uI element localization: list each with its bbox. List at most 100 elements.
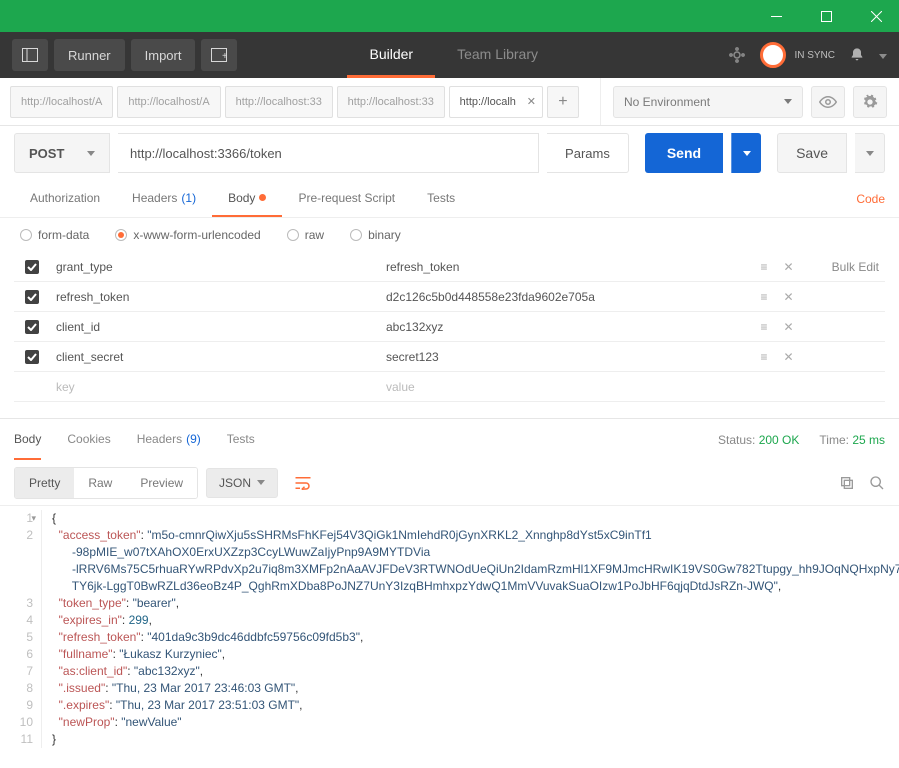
url-input[interactable]: http://localhost:3366/token [118,133,539,173]
param-key-input[interactable]: client_secret [50,350,380,364]
response-body-viewer[interactable]: 1 2 3 4 5 6 7 8 9 10 11 { "access_token"… [0,506,899,758]
resp-tab-headers-label: Headers [137,432,182,446]
tab-prerequest[interactable]: Pre-request Script [282,180,411,217]
param-value-input[interactable]: d2c126c5b0d448558e23fda9602e705a [380,290,749,304]
format-select[interactable]: JSON [206,468,278,498]
status-block: Status: 200 OK [718,433,799,447]
nav-team-library[interactable]: Team Library [435,32,560,78]
radio-binary[interactable]: binary [350,228,401,242]
delete-row-icon[interactable]: ✕ [783,260,793,274]
view-mode-group: Pretty Raw Preview [14,467,198,499]
code-link[interactable]: Code [856,192,885,206]
import-button[interactable]: Import [131,39,196,71]
param-key-input[interactable]: grant_type [50,260,380,274]
param-value-input[interactable]: secret123 [380,350,749,364]
environment-select[interactable]: No Environment [613,86,803,118]
table-row: client_secret secret123 ≡ ✕ [14,342,885,372]
chevron-down-icon [784,99,792,104]
top-toolbar: Runner Import + Builder Team Library IN … [0,32,899,78]
radio-xform[interactable]: x-www-form-urlencoded [115,228,260,242]
request-tab-new[interactable]: + [547,86,579,118]
param-key-input[interactable]: client_id [50,320,380,334]
view-preview[interactable]: Preview [126,468,197,498]
window-close-button[interactable] [853,0,899,32]
view-pretty[interactable]: Pretty [15,468,74,498]
status-value: 200 OK [759,433,800,447]
drag-handle-icon[interactable]: ≡ [760,350,767,364]
delete-row-icon[interactable]: ✕ [783,350,793,364]
tab-headers-label: Headers [132,191,177,205]
tab-headers-count: (1) [181,191,196,205]
bulk-edit-link[interactable]: Bulk Edit [805,260,885,274]
resp-tab-headers-count: (9) [186,432,201,446]
send-dropdown[interactable] [731,133,761,173]
send-button[interactable]: Send [645,133,723,173]
resp-tab-body[interactable]: Body [14,419,41,460]
row-checkbox[interactable] [25,350,39,364]
window-maximize-button[interactable] [803,0,849,32]
radio-form-data[interactable]: form-data [20,228,89,242]
drag-handle-icon[interactable]: ≡ [760,320,767,334]
table-row: grant_type refresh_token ≡ ✕ Bulk Edit [14,252,885,282]
radio-form-data-label: form-data [38,228,89,242]
environment-label: No Environment [624,95,710,109]
param-value-input[interactable]: abc132xyz [380,320,749,334]
tab-headers[interactable]: Headers (1) [116,180,212,217]
params-table: grant_type refresh_token ≡ ✕ Bulk Edit re… [0,252,899,412]
tab-tests[interactable]: Tests [411,180,471,217]
resp-tab-tests[interactable]: Tests [227,419,255,460]
tab-authorization[interactable]: Authorization [14,180,116,217]
row-checkbox[interactable] [25,260,39,274]
method-label: POST [29,146,64,161]
params-button[interactable]: Params [547,133,629,173]
line-gutter: 1 2 3 4 5 6 7 8 9 10 11 [0,510,42,748]
param-value-input[interactable]: value [380,380,749,394]
request-subtabs: Authorization Headers (1) Body Pre-reque… [0,180,899,218]
environment-settings-button[interactable] [853,86,887,118]
radio-raw-label: raw [305,228,324,242]
nav-builder[interactable]: Builder [347,32,435,78]
tab-body[interactable]: Body [212,180,282,217]
window-minimize-button[interactable] [753,0,799,32]
resp-tab-headers[interactable]: Headers (9) [137,419,201,460]
body-type-radios: form-data x-www-form-urlencoded raw bina… [0,218,899,252]
view-raw[interactable]: Raw [74,468,126,498]
runner-button[interactable]: Runner [54,39,125,71]
param-key-input[interactable]: refresh_token [50,290,380,304]
request-tab-2[interactable]: http://localhost:33 [225,86,333,118]
request-tab-3[interactable]: http://localhost:33 [337,86,445,118]
row-checkbox[interactable] [25,320,39,334]
radio-xform-label: x-www-form-urlencoded [133,228,260,242]
close-icon[interactable]: ✕ [527,95,536,108]
drag-handle-icon[interactable]: ≡ [760,290,767,304]
table-row: refresh_token d2c126c5b0d448558e23fda960… [14,282,885,312]
user-avatar-icon[interactable] [760,42,786,68]
method-select[interactable]: POST [14,133,110,173]
copy-icon[interactable] [839,475,855,491]
environment-view-button[interactable] [811,86,845,118]
search-icon[interactable] [869,475,885,491]
table-row-new: key value [14,372,885,402]
save-button[interactable]: Save [777,133,847,173]
chevron-down-icon [257,480,265,485]
response-subtabs: Body Cookies Headers (9) Tests Status: 2… [0,418,899,460]
request-tab-active-label: http://localh [460,96,516,108]
request-tab-1[interactable]: http://localhost/A [117,86,220,118]
resp-tab-cookies[interactable]: Cookies [67,419,110,460]
new-tab-button[interactable]: + [201,39,237,71]
radio-raw[interactable]: raw [287,228,324,242]
param-value-input[interactable]: refresh_token [380,260,749,274]
notifications-icon[interactable] [849,46,865,64]
save-dropdown[interactable] [855,133,885,173]
menu-dropdown-icon[interactable] [879,46,887,64]
radio-binary-label: binary [368,228,401,242]
delete-row-icon[interactable]: ✕ [783,320,793,334]
delete-row-icon[interactable]: ✕ [783,290,793,304]
row-checkbox[interactable] [25,290,39,304]
request-tab-0[interactable]: http://localhost/A [10,86,113,118]
request-tab-active[interactable]: http://localh ✕ [449,86,543,118]
param-key-input[interactable]: key [50,380,380,394]
wrap-lines-button[interactable] [286,468,320,498]
sidebar-toggle-button[interactable] [12,39,48,71]
drag-handle-icon[interactable]: ≡ [760,260,767,274]
